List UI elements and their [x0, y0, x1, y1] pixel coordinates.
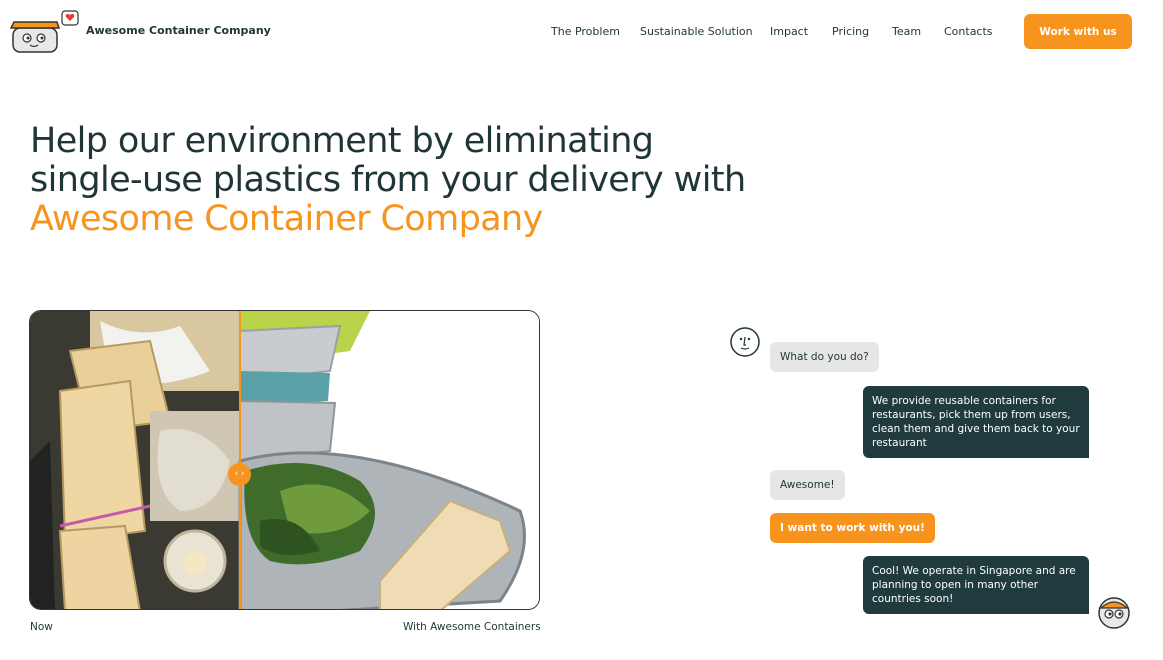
work-with-us-button[interactable]: Work with us [1024, 14, 1132, 49]
nav-the-problem[interactable]: The Problem [551, 25, 620, 38]
hero-line-2: single-use plastics from your delivery w… [30, 160, 746, 200]
nav-team[interactable]: Team [892, 25, 921, 38]
chat-message-company: Cool! We operate in Singapore and are pl… [863, 556, 1089, 614]
header: Awesome Container Company The Problem Su… [0, 0, 1163, 64]
user-face-icon [730, 327, 760, 357]
caption-with-awesome-containers: With Awesome Containers [403, 621, 541, 633]
container-mascot-logo[interactable] [10, 10, 80, 56]
comparison-slider-handle[interactable]: ‹ › [228, 463, 251, 486]
nav-impact[interactable]: Impact [770, 25, 808, 38]
nav-contacts[interactable]: Contacts [944, 25, 993, 38]
chat-message-user: Awesome! [770, 470, 845, 500]
hero-line-1: Help our environment by eliminating [30, 121, 654, 161]
nav-pricing[interactable]: Pricing [832, 25, 869, 38]
before-after-comparison[interactable]: ‹ › [29, 310, 540, 610]
chat-message-user: What do you do? [770, 342, 879, 372]
nav-sustainable-solution[interactable]: Sustainable Solution [640, 25, 753, 38]
comparison-divider[interactable] [239, 311, 241, 609]
caption-now: Now [30, 621, 53, 633]
hero-heading: Help our environment by eliminating sing… [30, 122, 790, 239]
hero-accent: Awesome Container Company [30, 199, 543, 239]
brand-name[interactable]: Awesome Container Company [86, 24, 271, 37]
chat-message-user-action[interactable]: I want to work with you! [770, 513, 935, 543]
chat-message-company: We provide reusable containers for resta… [863, 386, 1089, 458]
comparison-image [30, 311, 539, 609]
container-mascot-chat-icon[interactable] [1097, 596, 1131, 630]
